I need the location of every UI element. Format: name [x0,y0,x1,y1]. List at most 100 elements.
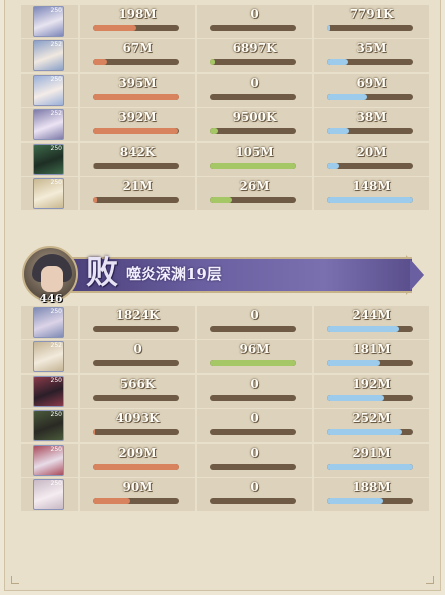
damage-value: 842K [119,144,156,159]
hero-level: 250 [50,308,62,315]
healing-stat: 0 [197,478,312,511]
healing-stat: 0 [197,443,312,477]
damage-bar-fill [93,498,130,504]
hero-portrait-icon[interactable]: 250 [33,178,64,209]
healing-bar [210,59,296,66]
damage-bar-fill [93,463,179,470]
damage-value: 21M [122,179,153,193]
healing-bar [210,25,296,31]
stat-row[interactable]: 250 395M 0 69M [21,73,429,107]
damage-taken-value: 148M [352,179,391,193]
corner-ornament [426,576,434,584]
damage-value: 1824K [115,308,160,322]
damage-taken-value: 20M [356,144,387,159]
damage-taken-bar [327,326,413,332]
hero-portrait-icon[interactable]: 250 [33,479,64,510]
healing-bar-fill [210,128,218,135]
damage-taken-stat: 244M [314,306,429,339]
healing-stat: 0 [197,409,312,443]
healing-bar [210,429,296,436]
hero-level: 250 [50,376,62,384]
damage-value: 566K [119,376,156,391]
damage-value: 4093K [115,411,160,426]
avatar-cell: 252 [21,39,78,73]
stat-row[interactable]: 250 842K 105M 20M [21,142,429,176]
damage-taken-value: 35M [356,41,387,56]
healing-bar [210,128,296,135]
hero-portrait-icon[interactable]: 250 [33,6,64,37]
stat-row[interactable]: 250 198M 0 7791K [21,5,429,38]
stat-row[interactable]: 252 0 96M 181M [21,340,429,374]
healing-bar [210,463,296,470]
damage-taken-value: 181M [352,342,391,357]
damage-bar [93,59,179,66]
hero-portrait-icon[interactable]: 250 [33,410,64,442]
hero-portrait-icon[interactable]: 250 [33,444,64,476]
damage-taken-bar-fill [327,326,400,332]
damage-stat: 842K [80,142,195,176]
damage-taken-value: 252M [352,411,391,426]
damage-bar-fill [93,93,179,100]
healing-bar [210,498,296,504]
healing-value: 6897K [232,41,277,56]
hero-portrait-icon[interactable]: 252 [33,40,64,72]
boss-level: 446 [39,292,63,305]
damage-taken-bar-fill [327,429,402,436]
healing-bar-fill [210,360,296,367]
damage-taken-stat: 35M [314,39,429,73]
damage-value: 392M [118,110,157,125]
damage-bar [93,128,179,135]
hero-portrait-icon[interactable]: 252 [33,341,64,373]
corner-ornament [11,576,19,584]
damage-bar-fill [93,197,98,203]
damage-stat: 67M [80,39,195,73]
hero-portrait-icon[interactable]: 250 [33,375,64,407]
damage-value: 198M [118,7,157,21]
stat-row[interactable]: 252 392M 9500K 38M [21,108,429,142]
healing-bar-fill [210,162,296,169]
damage-taken-bar [327,128,413,135]
healing-bar [210,360,296,367]
healing-value: 0 [250,7,259,21]
damage-stat: 198M [80,5,195,38]
stat-row[interactable]: 250 209M 0 291M [21,443,429,477]
stat-row[interactable]: 250 566K 0 192M [21,374,429,408]
stat-row[interactable]: 250 21M 26M 148M [21,177,429,210]
healing-stat: 0 [197,73,312,107]
damage-taken-stat: 252M [314,409,429,443]
healing-bar-fill [210,59,216,66]
stat-row[interactable]: 250 4093K 0 252M [21,409,429,443]
avatar-cell: 252 [21,108,78,142]
damage-taken-value: 244M [352,308,391,322]
avatar-cell: 250 [21,409,78,443]
healing-bar [210,197,296,203]
hero-level: 250 [50,144,62,152]
damage-value: 90M [122,480,153,494]
damage-taken-value: 38M [356,110,387,125]
damage-stat: 21M [80,177,195,210]
damage-bar [93,498,179,504]
hero-portrait-icon[interactable]: 250 [33,74,64,106]
damage-taken-bar-fill [327,498,383,504]
healing-value: 0 [250,411,259,426]
damage-bar [93,429,179,436]
stat-row[interactable]: 250 1824K 0 244M [21,306,429,339]
damage-bar-fill [93,59,107,66]
stage-name: 噬炎深渊19层 [126,265,222,283]
damage-taken-bar [327,498,413,504]
hero-level: 250 [50,445,62,453]
damage-taken-bar [327,162,413,169]
hero-level: 250 [50,75,62,83]
hero-level: 252 [50,110,62,118]
damage-bar [93,326,179,332]
hero-portrait-icon[interactable]: 252 [33,109,64,141]
stat-row[interactable]: 250 90M 0 188M [21,478,429,511]
healing-bar-fill [210,197,232,203]
hero-portrait-icon[interactable]: 250 [33,143,64,175]
healing-bar [210,93,296,100]
healing-stat: 6897K [197,39,312,73]
stat-row[interactable]: 252 67M 6897K 35M [21,39,429,73]
damage-bar [93,25,179,31]
hero-level: 250 [50,411,62,419]
hero-portrait-icon[interactable]: 250 [33,307,64,338]
